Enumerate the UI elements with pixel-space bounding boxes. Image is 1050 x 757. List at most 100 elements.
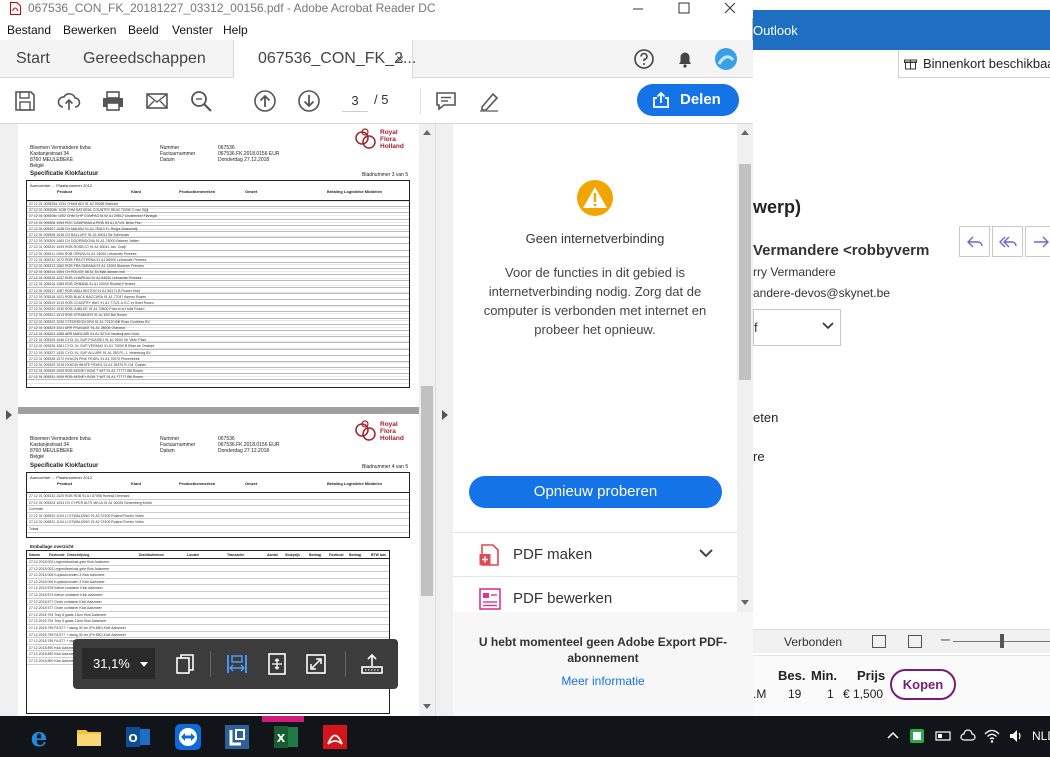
wifi-icon[interactable] bbox=[984, 728, 1000, 744]
retry-button[interactable]: Opnieuw proberen bbox=[469, 476, 722, 508]
tab-start[interactable]: Start bbox=[16, 40, 50, 78]
language-indicator[interactable]: NLD bbox=[1032, 729, 1050, 743]
p4-meta-label-3: Datum bbox=[160, 448, 175, 454]
share-button[interactable]: Delen bbox=[637, 84, 739, 116]
excel-icon[interactable]: X bbox=[271, 722, 301, 752]
mail-subject: werp) bbox=[753, 197, 802, 217]
scroll-down-icon[interactable] bbox=[423, 704, 431, 709]
tray-network-drive-icon[interactable] bbox=[935, 728, 951, 744]
expand-left-pane-icon[interactable] bbox=[6, 410, 12, 420]
svg-text:O: O bbox=[128, 732, 137, 745]
table-row: 27.12.2018 003 Legendisvelzak gele Klok … bbox=[27, 566, 389, 573]
menu-beeld[interactable]: Beeld bbox=[128, 23, 159, 37]
tools-pane: Geen internetverbinding Voor de functies… bbox=[453, 124, 753, 716]
collapse-right-pane-icon[interactable] bbox=[442, 410, 448, 420]
tools-scroll-up-icon[interactable] bbox=[741, 130, 749, 135]
outlook-window: Outlook Binnenkort beschikbaa werp) Verm… bbox=[753, 0, 1050, 716]
show-hidden-icons-icon[interactable] bbox=[887, 731, 899, 739]
column-header: Stukprijs bbox=[285, 553, 300, 557]
table-row: 27.12.2018 003 Legendisvelzak gele Klok … bbox=[27, 559, 389, 566]
profile-icon[interactable] bbox=[715, 48, 737, 70]
tools-pane-scrollbar[interactable] bbox=[737, 124, 753, 612]
page-down-icon[interactable] bbox=[297, 89, 321, 113]
menu-bewerken[interactable]: Bewerken bbox=[63, 23, 116, 37]
menu-help[interactable]: Help bbox=[223, 23, 248, 37]
acrobat-app-icon[interactable] bbox=[320, 722, 350, 752]
table-row: 27.12.2018 577 Grote container Klok Aals… bbox=[27, 599, 389, 606]
comment-icon[interactable] bbox=[434, 89, 458, 113]
volume-icon[interactable] bbox=[1008, 728, 1024, 744]
chevron-down-icon[interactable] bbox=[699, 549, 713, 558]
mail-icon[interactable] bbox=[145, 89, 169, 113]
edge-browser-icon[interactable]: e bbox=[24, 722, 54, 752]
reading-view-icon[interactable] bbox=[908, 635, 922, 648]
document-scroll-thumb[interactable] bbox=[421, 386, 433, 596]
tools-scroll-down-icon[interactable] bbox=[741, 600, 749, 605]
emballage-title: Emballage overzicht bbox=[30, 544, 74, 549]
tab-document[interactable]: 067536_CON_FK_2... × bbox=[233, 40, 416, 79]
column-header: Bedrag bbox=[349, 553, 362, 557]
tool-create-pdf[interactable]: PDF maken bbox=[453, 532, 737, 576]
teamviewer-icon[interactable] bbox=[173, 722, 203, 752]
highlight-pen-icon[interactable] bbox=[477, 89, 501, 113]
page-number-input[interactable]: 3 bbox=[342, 90, 368, 112]
menu-bestand[interactable]: Bestand bbox=[7, 23, 51, 37]
menu-venster[interactable]: Venster bbox=[172, 23, 213, 37]
buy-button[interactable]: Kopen bbox=[890, 669, 956, 700]
page-layout-icon[interactable] bbox=[173, 652, 197, 676]
reply-all-icon bbox=[999, 236, 1017, 248]
fit-page-icon[interactable] bbox=[265, 652, 289, 676]
help-icon[interactable] bbox=[633, 48, 655, 70]
left-pane-strip[interactable] bbox=[0, 124, 18, 716]
close-window-icon[interactable] bbox=[707, 0, 753, 18]
page-up-icon[interactable] bbox=[253, 89, 277, 113]
zoom-search-icon[interactable] bbox=[189, 89, 213, 113]
outlook-infobar[interactable]: Binnenkort beschikbaa bbox=[898, 50, 1050, 78]
create-pdf-icon bbox=[479, 544, 499, 566]
table-row: 27.12 01 005332 1020 ROB ROB 91 A1 87098… bbox=[27, 493, 409, 500]
share-icon bbox=[653, 92, 669, 108]
outlook-dropdown[interactable]: f bbox=[753, 309, 841, 346]
close-tab-icon[interactable]: × bbox=[396, 40, 404, 78]
document-view[interactable]: Bloemen Vermandere bvba Kastanjestraat 3… bbox=[0, 124, 453, 716]
warning-title: Geen internetverbinding bbox=[525, 231, 665, 246]
outlook-app-icon[interactable]: O bbox=[123, 722, 153, 752]
more-info-link[interactable]: Meer informatie bbox=[453, 674, 753, 688]
lync-icon[interactable] bbox=[222, 722, 252, 752]
outlook-title: Outlook bbox=[753, 23, 798, 38]
outlook-statusbar: Verbonden – bbox=[753, 629, 1050, 653]
tray-app-icon[interactable] bbox=[909, 728, 925, 744]
maximize-icon[interactable] bbox=[661, 0, 707, 18]
zoom-slider-thumb[interactable] bbox=[1000, 634, 1004, 648]
tool-edit-pdf[interactable]: PDF bewerken bbox=[453, 576, 737, 612]
export-icon[interactable] bbox=[360, 652, 384, 676]
fit-width-icon[interactable] bbox=[225, 652, 249, 676]
pdf-file-icon bbox=[10, 2, 21, 15]
header-min: Min. bbox=[811, 668, 837, 683]
warning-message: Voor de functies in dit gebied is intern… bbox=[483, 265, 707, 337]
tray-cloud-icon[interactable] bbox=[960, 728, 976, 744]
file-explorer-icon[interactable] bbox=[74, 722, 104, 752]
tools-scroll-thumb[interactable] bbox=[739, 164, 751, 380]
toolbar-divider bbox=[420, 88, 421, 114]
fullscreen-icon[interactable] bbox=[304, 652, 328, 676]
reply-button[interactable] bbox=[959, 226, 990, 257]
scroll-up-icon[interactable] bbox=[423, 130, 431, 135]
minimize-icon[interactable] bbox=[615, 0, 661, 18]
normal-view-icon[interactable] bbox=[872, 635, 886, 648]
zoom-out-icon[interactable]: – bbox=[941, 631, 950, 649]
upload-cloud-icon[interactable] bbox=[57, 89, 81, 113]
forward-button[interactable] bbox=[1025, 226, 1050, 257]
zoom-level-select[interactable]: 31,1% bbox=[82, 648, 155, 679]
tab-tools[interactable]: Gereedschappen bbox=[83, 40, 206, 78]
royal-flora-holland-logo: Royal Flora Holland bbox=[354, 128, 404, 159]
bell-icon[interactable] bbox=[674, 48, 696, 70]
document-scrollbar[interactable] bbox=[419, 124, 435, 716]
body-text-2: re bbox=[753, 449, 765, 464]
save-icon[interactable] bbox=[13, 89, 37, 113]
right-pane-toggle[interactable] bbox=[435, 124, 453, 716]
svg-text:X: X bbox=[277, 732, 286, 745]
mail-address: andere-devos@skynet.be bbox=[753, 286, 890, 300]
reply-all-button[interactable] bbox=[992, 226, 1023, 257]
print-icon[interactable] bbox=[101, 89, 125, 113]
